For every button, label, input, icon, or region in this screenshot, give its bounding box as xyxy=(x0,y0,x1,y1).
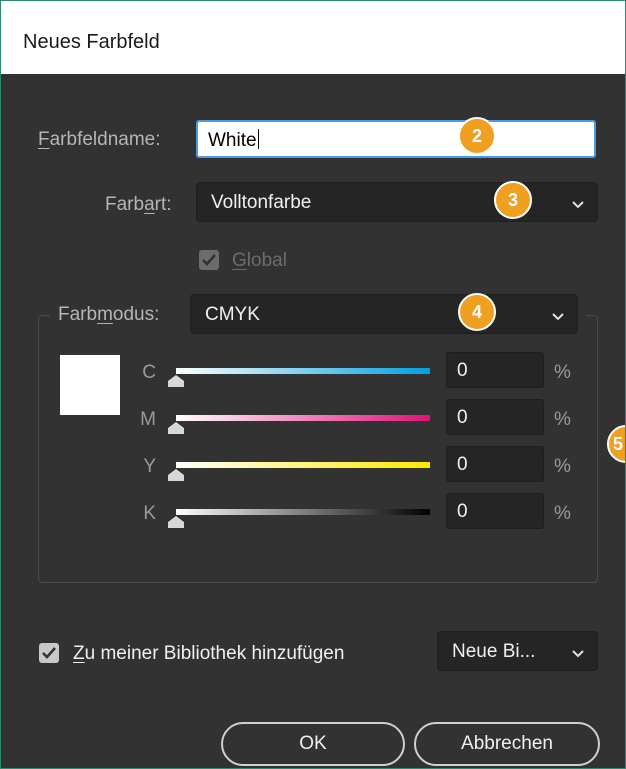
checkmark-icon xyxy=(42,647,56,659)
magenta-slider-track[interactable] xyxy=(176,415,430,421)
chevron-down-icon xyxy=(572,650,584,658)
yellow-slider-thumb[interactable] xyxy=(168,469,184,481)
cyan-value-field[interactable]: 0 xyxy=(446,352,544,388)
annotation-badge-2: 2 xyxy=(458,117,496,155)
magenta-percent-unit: % xyxy=(554,409,571,430)
checkmark-icon xyxy=(202,254,216,266)
annotation-badge-4: 4 xyxy=(458,293,496,331)
text-caret xyxy=(257,129,259,149)
cancel-button[interactable]: Abbrechen xyxy=(414,722,600,766)
yellow-slider-track[interactable] xyxy=(176,462,430,468)
color-mode-value: CMYK xyxy=(205,304,260,325)
global-checkbox[interactable] xyxy=(199,250,219,270)
add-to-library-checkbox[interactable] xyxy=(39,643,59,663)
add-to-library-label: Zu meiner Bibliothek hinzufügen xyxy=(73,643,345,664)
dialog-title: Neues Farbfeld xyxy=(23,31,160,53)
color-type-label: Farbart: xyxy=(105,194,172,215)
swatch-name-input[interactable]: White xyxy=(196,120,596,158)
black-slider-thumb[interactable] xyxy=(168,516,184,528)
color-type-select[interactable]: Volltonfarbe xyxy=(196,182,598,222)
library-select-value: Neue Bi... xyxy=(452,641,536,662)
swatch-name-value: White xyxy=(208,130,257,151)
slider-label-m: M xyxy=(140,409,156,430)
slider-label-k: K xyxy=(143,503,156,524)
global-label: Global xyxy=(232,250,287,271)
annotation-badge-3: 3 xyxy=(494,181,532,219)
black-value-field[interactable]: 0 xyxy=(446,493,544,529)
color-type-value: Volltonfarbe xyxy=(211,192,312,213)
cyan-percent-unit: % xyxy=(554,362,571,383)
magenta-value-field[interactable]: 0 xyxy=(446,399,544,435)
yellow-percent-unit: % xyxy=(554,456,571,477)
library-select[interactable]: Neue Bi... xyxy=(437,631,598,671)
chevron-down-icon xyxy=(552,313,564,321)
slider-label-y: Y xyxy=(143,456,156,477)
ok-button[interactable]: OK xyxy=(221,722,405,766)
yellow-value-field[interactable]: 0 xyxy=(446,446,544,482)
swatch-name-label: Farbfeldname: xyxy=(38,129,161,150)
slider-label-c: C xyxy=(142,362,156,383)
cyan-slider-thumb[interactable] xyxy=(168,375,184,387)
black-percent-unit: % xyxy=(554,503,571,524)
color-mode-label: Farbmodus: xyxy=(58,304,160,325)
black-slider-track[interactable] xyxy=(176,509,430,515)
color-mode-select[interactable]: CMYK xyxy=(190,294,578,334)
magenta-slider-thumb[interactable] xyxy=(168,422,184,434)
color-preview-swatch xyxy=(60,355,120,415)
cyan-slider-track[interactable] xyxy=(176,368,430,374)
chevron-down-icon xyxy=(572,201,584,209)
title-bar: Neues Farbfeld xyxy=(1,1,625,74)
